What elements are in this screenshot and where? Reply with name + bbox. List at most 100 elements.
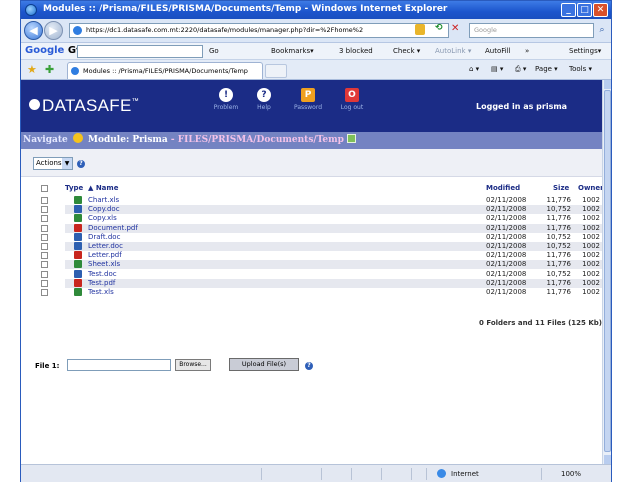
scroll-thumb[interactable] xyxy=(604,90,611,452)
close-button[interactable]: ✕ xyxy=(593,3,608,17)
popup-blocked[interactable]: 3 blocked xyxy=(339,47,373,55)
browse-button[interactable]: Browse... xyxy=(175,359,211,371)
password-button[interactable]: P Password xyxy=(289,88,327,111)
file-name-link[interactable]: Letter.doc xyxy=(88,242,123,251)
file-name-link[interactable]: Test.xls xyxy=(88,288,114,297)
minimize-button[interactable]: _ xyxy=(561,3,576,17)
maximize-button[interactable]: □ xyxy=(577,3,592,17)
pdf-file-icon xyxy=(74,223,82,232)
url-field[interactable]: https://dc1.datasafe.com.mt:2220/datasaf… xyxy=(69,23,449,38)
stop-icon[interactable]: ✕ xyxy=(451,23,459,34)
add-favorites-icon[interactable]: ✚ xyxy=(45,63,54,76)
refresh-icon[interactable]: ⟲ xyxy=(435,23,443,33)
row-checkbox[interactable] xyxy=(41,197,48,204)
file-name-link[interactable]: Copy.xls xyxy=(88,214,117,223)
problem-button[interactable]: ! Problem xyxy=(207,88,245,111)
tab-active[interactable]: Modules :: /Prisma/FILES/PRISMA/Document… xyxy=(67,62,263,79)
row-checkbox[interactable] xyxy=(41,215,48,223)
scroll-down-icon[interactable] xyxy=(604,455,611,464)
home-icon[interactable]: ⌂ ▾ xyxy=(469,65,479,73)
table-header: Type ▲ Name Modified Size Owner xyxy=(41,184,602,195)
breadcrumb-files[interactable]: - FILES xyxy=(171,135,208,145)
file-name-link[interactable]: Sheet.xls xyxy=(88,260,120,269)
address-bar: ◀ ▶ https://dc1.datasafe.com.mt:2220/dat… xyxy=(21,19,611,43)
breadcrumb-temp[interactable]: /Temp xyxy=(313,135,344,145)
table-row[interactable]: Sheet.xls 02/11/2008 11,776 1002 xyxy=(41,260,602,270)
doc-file-icon xyxy=(74,242,82,250)
zoom-level[interactable]: 100% xyxy=(561,470,581,478)
row-checkbox[interactable] xyxy=(41,279,48,287)
row-checkbox[interactable] xyxy=(41,252,48,260)
folder-up-icon[interactable] xyxy=(347,134,357,143)
file-owner: 1002 xyxy=(582,251,600,260)
table-row[interactable]: Test.xls 02/11/2008 11,776 1002 xyxy=(41,288,602,297)
row-checkbox[interactable] xyxy=(41,270,48,278)
header-type[interactable]: Type xyxy=(65,184,83,192)
table-row[interactable]: Draft.doc 02/11/2008 10,752 1002 xyxy=(41,232,602,242)
row-checkbox[interactable] xyxy=(41,224,48,232)
row-checkbox[interactable] xyxy=(41,233,48,241)
file-name-link[interactable]: Chart.xls xyxy=(88,196,119,205)
header-name[interactable]: ▲ Name xyxy=(88,184,118,192)
row-checkbox[interactable] xyxy=(41,261,48,269)
lock-icon[interactable] xyxy=(415,24,425,35)
search-icon[interactable]: ⌕ xyxy=(595,23,609,38)
select-all-checkbox[interactable] xyxy=(41,185,48,192)
file-size: 11,776 xyxy=(546,278,572,287)
table-row[interactable]: Test.pdf 02/11/2008 11,776 1002 xyxy=(41,278,602,288)
scroll-up-icon[interactable] xyxy=(604,80,611,89)
row-checkbox[interactable] xyxy=(41,206,48,214)
page-menu[interactable]: Page ▾ xyxy=(535,65,558,73)
file-name-link[interactable]: Draft.doc xyxy=(88,233,120,242)
tab-page-icon xyxy=(71,67,79,75)
row-checkbox[interactable] xyxy=(41,289,48,296)
favorites-star-icon[interactable]: ★ xyxy=(27,63,37,76)
table-row[interactable]: Letter.doc 02/11/2008 10,752 1002 xyxy=(41,242,602,251)
help-button[interactable]: ? Help xyxy=(245,88,283,111)
bookmarks-menu[interactable]: Bookmarks▾ xyxy=(271,47,314,55)
table-row[interactable]: Copy.xls 02/11/2008 11,776 1002 xyxy=(41,214,602,223)
upload-files-button[interactable]: Upload File(s) xyxy=(229,358,299,371)
feeds-icon[interactable]: ▤ ▾ xyxy=(491,65,503,73)
actions-help-icon[interactable]: ? xyxy=(77,160,85,168)
autofill-button[interactable]: AutoFill xyxy=(485,47,511,55)
file-size: 11,776 xyxy=(546,214,572,223)
file-name-link[interactable]: Document.pdf xyxy=(88,224,138,233)
google-settings-menu[interactable]: Settings▾ xyxy=(569,47,601,55)
table-row[interactable]: Letter.pdf 02/11/2008 11,776 1002 xyxy=(41,251,602,260)
logout-button[interactable]: O Log out xyxy=(333,88,371,111)
spell-check-menu[interactable]: Check ▾ xyxy=(393,47,420,55)
print-icon[interactable]: ⎙ ▾ xyxy=(515,65,526,74)
table-row[interactable]: Test.doc 02/11/2008 10,752 1002 xyxy=(41,269,602,279)
actions-select[interactable]: Actions: ▼ xyxy=(33,157,73,170)
header-owner[interactable]: Owner xyxy=(578,184,602,192)
security-zone[interactable]: Internet xyxy=(451,470,479,478)
upload-file-input[interactable] xyxy=(67,359,171,371)
google-go-button[interactable]: Go xyxy=(209,47,219,55)
autolink-menu[interactable]: AutoLink ▾ xyxy=(435,47,471,55)
file-owner: 1002 xyxy=(582,214,600,223)
table-row[interactable]: Copy.doc 02/11/2008 10,752 1002 xyxy=(41,205,602,215)
breadcrumb-documents[interactable]: /Documents xyxy=(253,135,313,145)
search-input[interactable]: Google xyxy=(469,23,594,38)
header-modified[interactable]: Modified xyxy=(486,184,520,192)
new-tab-button[interactable] xyxy=(265,64,287,78)
table-row[interactable]: Chart.xls 02/11/2008 11,776 1002 xyxy=(41,196,602,205)
breadcrumb-prisma[interactable]: /PRISMA xyxy=(208,135,253,145)
tools-menu[interactable]: Tools ▾ xyxy=(569,65,592,73)
file-name-link[interactable]: Letter.pdf xyxy=(88,251,122,260)
file-name-link[interactable]: Test.pdf xyxy=(88,279,115,288)
toolbar-more[interactable]: » xyxy=(525,47,529,55)
row-checkbox[interactable] xyxy=(41,243,48,250)
vertical-scrollbar[interactable] xyxy=(602,80,611,464)
file-size: 10,752 xyxy=(546,232,572,241)
back-button[interactable]: ◀ xyxy=(24,21,43,40)
header-size[interactable]: Size xyxy=(553,184,569,192)
google-search-input[interactable] xyxy=(77,45,203,58)
table-row[interactable]: Document.pdf 02/11/2008 11,776 1002 xyxy=(41,223,602,233)
file-name-link[interactable]: Test.doc xyxy=(88,270,117,279)
forward-button[interactable]: ▶ xyxy=(44,21,63,40)
file-name-link[interactable]: Copy.doc xyxy=(88,205,120,214)
upload-help-icon[interactable]: ? xyxy=(305,362,313,370)
status-divider xyxy=(351,468,352,480)
